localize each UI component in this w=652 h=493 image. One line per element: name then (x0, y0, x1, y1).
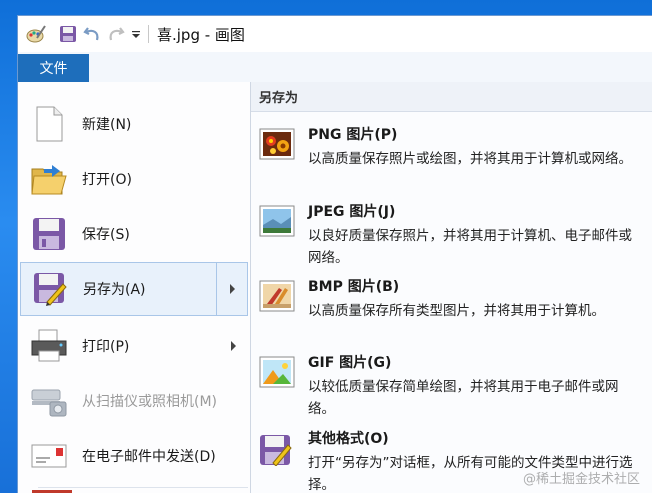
save-icon (30, 214, 68, 254)
menu-separator (38, 487, 248, 488)
menu-item-label: 打印(P) (82, 339, 130, 355)
menu-item-save[interactable]: 保存(S) (20, 207, 248, 261)
option-description: 以较低质量保存简单绘图，并将其用于电子邮件或网络。 (308, 379, 619, 417)
bmp-image-icon (259, 280, 295, 314)
email-icon (30, 436, 68, 476)
save-icon[interactable] (56, 22, 80, 46)
redo-icon[interactable] (104, 22, 128, 46)
scanner-icon (30, 381, 68, 421)
option-title: JPEG 图片(J) (308, 204, 396, 220)
file-menu-commands: 新建(N) 打开(O) 保存(S) 另存为(A) 打印(P) 从扫描仪或照相机(… (18, 82, 251, 493)
paint-app-icon[interactable] (24, 22, 48, 46)
option-description: 以高质量保存照片或绘图，并将其用于计算机或网络。 (308, 151, 632, 167)
dropdown-arrow-icon[interactable] (128, 22, 144, 46)
submenu-header: 另存为 (251, 82, 652, 112)
menu-item-save-as[interactable]: 另存为(A) (20, 262, 248, 316)
printer-icon (30, 326, 68, 366)
option-title: BMP 图片(B) (308, 279, 400, 295)
submenu-arrow-icon (231, 341, 236, 351)
menu-item-from-scanner[interactable]: 从扫描仪或照相机(M) (20, 374, 248, 428)
menu-item-print[interactable]: 打印(P) (20, 319, 248, 373)
undo-icon[interactable] (80, 22, 104, 46)
menu-item-label: 另存为(A) (83, 282, 146, 298)
menu-item-label: 新建(N) (82, 117, 132, 133)
menu-item-send-email[interactable]: 在电子邮件中发送(D) (20, 429, 248, 483)
paint-window: 喜.jpg - 画图 文件 新建(N) 打开(O) 保存(S) 另存为(A) 打… (18, 16, 652, 493)
new-document-icon (30, 104, 68, 144)
file-menu: 新建(N) 打开(O) 保存(S) 另存为(A) 打印(P) 从扫描仪或照相机(… (18, 82, 652, 493)
save-as-jpeg-option[interactable]: JPEG 图片(J) 以良好质量保存照片，并将其用于计算机、电子邮件或网络。 (251, 201, 652, 275)
toolbar-divider (148, 25, 149, 43)
option-description: 以高质量保存所有类型图片，并将其用于计算机。 (308, 303, 605, 319)
submenu-divider (216, 263, 217, 315)
menu-item-new[interactable]: 新建(N) (20, 97, 248, 151)
save-as-png-option[interactable]: PNG 图片(P) 以高质量保存照片或绘图，并将其用于计算机或网络。 (251, 124, 652, 198)
menu-item-label: 保存(S) (82, 227, 130, 243)
png-image-icon (259, 128, 295, 162)
menu-item-open[interactable]: 打开(O) (20, 152, 248, 206)
ribbon-tab-row: 文件 (18, 52, 652, 83)
window-title: 喜.jpg - 画图 (157, 25, 245, 44)
file-tab[interactable]: 文件 (18, 54, 89, 82)
submenu-arrow-icon (230, 284, 235, 294)
jpeg-image-icon (259, 205, 295, 239)
menu-item-label: 从扫描仪或照相机(M) (82, 394, 218, 410)
open-folder-icon (30, 159, 68, 199)
watermark: @稀土掘金技术社区 (522, 472, 640, 487)
option-description: 以良好质量保存照片，并将其用于计算机、电子邮件或网络。 (308, 228, 632, 266)
title-bar: 喜.jpg - 画图 (18, 16, 652, 52)
save-as-icon (31, 269, 69, 309)
save-as-bmp-option[interactable]: BMP 图片(B) 以高质量保存所有类型图片，并将其用于计算机。 (251, 276, 652, 350)
save-as-submenu: 另存为 PNG 图片(P) 以高质量保存照片或绘图，并将其用于计算机或网络。 J… (251, 82, 652, 493)
other-formats-icon (259, 432, 295, 467)
quick-access-toolbar (18, 22, 157, 46)
menu-item-label: 在电子邮件中发送(D) (82, 449, 216, 465)
option-title: GIF 图片(G) (308, 355, 392, 371)
save-as-gif-option[interactable]: GIF 图片(G) 以较低质量保存简单绘图，并将其用于电子邮件或网络。 (251, 352, 652, 426)
gif-image-icon (259, 356, 295, 390)
menu-item-label: 打开(O) (82, 172, 132, 188)
option-title: 其他格式(O) (308, 431, 389, 447)
option-title: PNG 图片(P) (308, 127, 398, 143)
